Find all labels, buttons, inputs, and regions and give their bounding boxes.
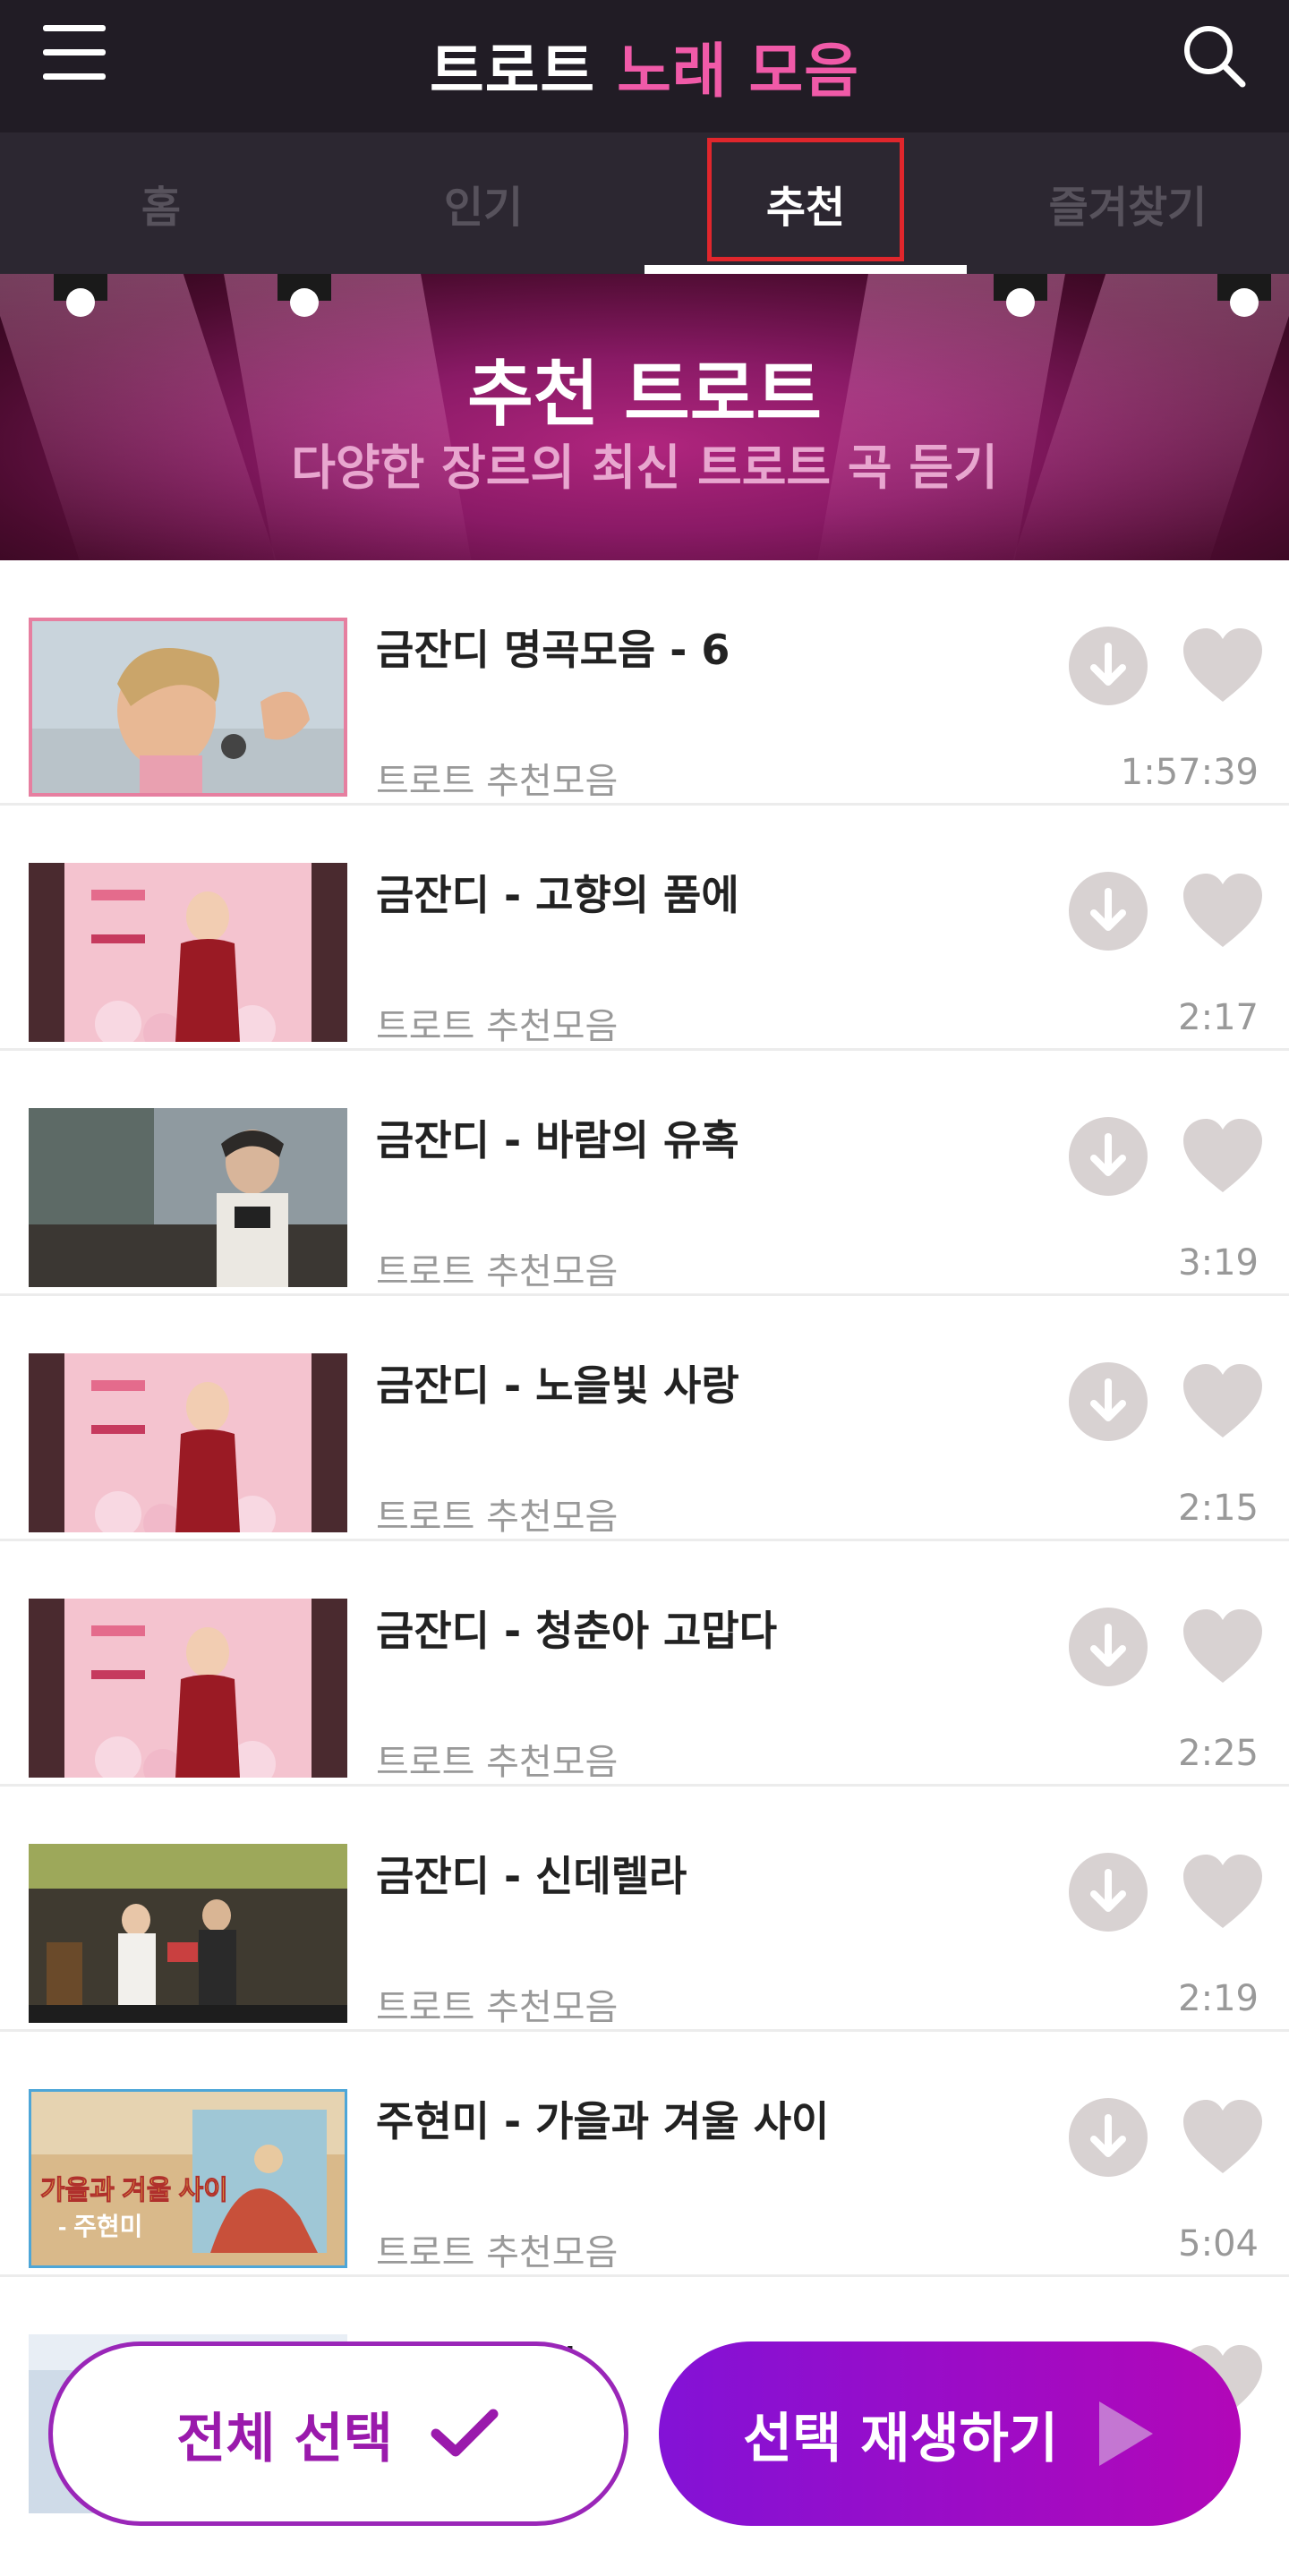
spotlight-icon [54, 274, 107, 317]
song-thumbnail [29, 1108, 347, 1287]
song-title: 금잔디 - 바람의 유혹 [376, 1116, 739, 1164]
selection-highlight-box [707, 138, 904, 261]
app-title-part1: 트로트 [429, 37, 596, 106]
song-row[interactable]: 가을과 겨울 사이 - 주현미 주현미 - 가을과 겨울 사이 트로트 추천모음… [0, 2032, 1289, 2277]
hamburger-menu-icon[interactable] [43, 23, 107, 82]
song-row[interactable]: 금잔디 - 노을빛 사랑 트로트 추천모음 2:15 [0, 1296, 1289, 1541]
heart-icon[interactable] [1182, 1362, 1264, 1441]
song-title: 금잔디 명곡모음 - 6 [376, 626, 730, 674]
song-list: 금잔디 명곡모음 - 6 트로트 추천모음 1:57:39 금잔디 - 고향의 … [0, 560, 1289, 2522]
song-duration: 2:19 [1178, 1978, 1259, 2019]
spotlight-icon [1217, 274, 1271, 317]
song-row[interactable]: 금잔디 - 고향의 품에 트로트 추천모음 2:17 [0, 806, 1289, 1051]
spotlight-icon [994, 274, 1047, 317]
song-title: 금잔디 - 노을빛 사랑 [376, 1361, 739, 1410]
download-icon[interactable] [1069, 1362, 1148, 1441]
tab-popular-label: 인기 [443, 183, 524, 233]
download-icon[interactable] [1069, 1853, 1148, 1932]
category-banner: 추천 트로트 다양한 장르의 최신 트로트 곡 듣기 [0, 274, 1289, 560]
song-category: 트로트 추천모음 [376, 2232, 619, 2273]
song-category: 트로트 추천모음 [376, 1987, 619, 2028]
select-all-label: 전체 선택 [176, 2407, 393, 2470]
download-icon[interactable] [1069, 1608, 1148, 1686]
song-row[interactable]: 금잔디 - 청춘아 고맙다 트로트 추천모음 2:25 [0, 1541, 1289, 1787]
song-title: 금잔디 - 신데렐라 [376, 1852, 687, 1900]
tab-home-label: 홈 [141, 183, 182, 233]
song-thumbnail [29, 1599, 347, 1778]
song-duration: 2:25 [1178, 1733, 1259, 1774]
spotlight-icon [277, 274, 331, 317]
song-duration: 5:04 [1178, 2223, 1259, 2265]
download-icon[interactable] [1069, 872, 1148, 951]
app-title: 트로트 노래 모음 [430, 23, 859, 109]
banner-title: 추천 트로트 [467, 353, 822, 436]
song-thumbnail [29, 863, 347, 1042]
heart-icon[interactable] [1182, 1608, 1264, 1686]
search-icon[interactable] [1178, 20, 1250, 91]
song-duration: 3:19 [1178, 1242, 1259, 1284]
download-icon[interactable] [1069, 627, 1148, 705]
song-row[interactable]: 금잔디 명곡모음 - 6 트로트 추천모음 1:57:39 [0, 560, 1289, 806]
heart-icon[interactable] [1182, 2098, 1264, 2177]
tab-favorites[interactable]: 즐겨찾기 [967, 132, 1289, 274]
heart-icon[interactable] [1182, 1853, 1264, 1932]
thumb-overlay-line1: 가을과 겨울 사이 [40, 2176, 228, 2205]
song-row[interactable]: 금잔디 - 바람의 유혹 트로트 추천모음 3:19 [0, 1051, 1289, 1296]
tab-bar: 홈 인기 추천 즐겨찾기 [0, 132, 1289, 274]
heart-icon[interactable] [1182, 1117, 1264, 1196]
song-title: 금잔디 - 고향의 품에 [376, 871, 739, 919]
heart-icon[interactable] [1182, 872, 1264, 951]
song-row[interactable]: 금잔디 - 신데렐라 트로트 추천모음 2:19 [0, 1787, 1289, 2032]
download-icon[interactable] [1069, 2098, 1148, 2177]
tab-home[interactable]: 홈 [0, 132, 322, 274]
song-duration: 1:57:39 [1120, 752, 1259, 793]
song-title: 금잔디 - 청춘아 고맙다 [376, 1607, 778, 1655]
tab-popular[interactable]: 인기 [322, 132, 644, 274]
song-category: 트로트 추천모음 [376, 1742, 619, 1783]
checkmark-icon [431, 2409, 499, 2457]
heart-icon[interactable] [1182, 627, 1264, 705]
banner-subtitle: 다양한 장르의 최신 트로트 곡 듣기 [291, 439, 998, 496]
song-thumbnail [29, 618, 347, 797]
song-duration: 2:17 [1178, 997, 1259, 1038]
song-duration: 2:15 [1178, 1488, 1259, 1529]
play-icon [1099, 2401, 1154, 2466]
song-thumbnail [29, 1844, 347, 2023]
tab-recommended[interactable]: 추천 [644, 132, 967, 274]
song-category: 트로트 추천모음 [376, 1251, 619, 1292]
app-title-part2: 노래 모음 [617, 37, 859, 106]
tab-favorites-label: 즐겨찾기 [1048, 183, 1208, 233]
song-category: 트로트 추천모음 [376, 1497, 619, 1538]
play-selected-button[interactable]: 선택 재생하기 [659, 2341, 1241, 2526]
song-thumbnail [29, 1353, 347, 1532]
select-all-button[interactable]: 전체 선택 [48, 2341, 628, 2526]
top-app-bar: 트로트 노래 모음 [0, 0, 1289, 132]
thumb-overlay-line2: - 주현미 [58, 2213, 142, 2240]
play-selected-label: 선택 재생하기 [742, 2407, 1059, 2470]
song-title: 주현미 - 가을과 겨울 사이 [376, 2097, 830, 2145]
download-icon[interactable] [1069, 1117, 1148, 1196]
song-category: 트로트 추천모음 [376, 761, 619, 802]
song-thumbnail: 가을과 겨울 사이 - 주현미 [29, 2089, 347, 2268]
song-category: 트로트 추천모음 [376, 1006, 619, 1047]
